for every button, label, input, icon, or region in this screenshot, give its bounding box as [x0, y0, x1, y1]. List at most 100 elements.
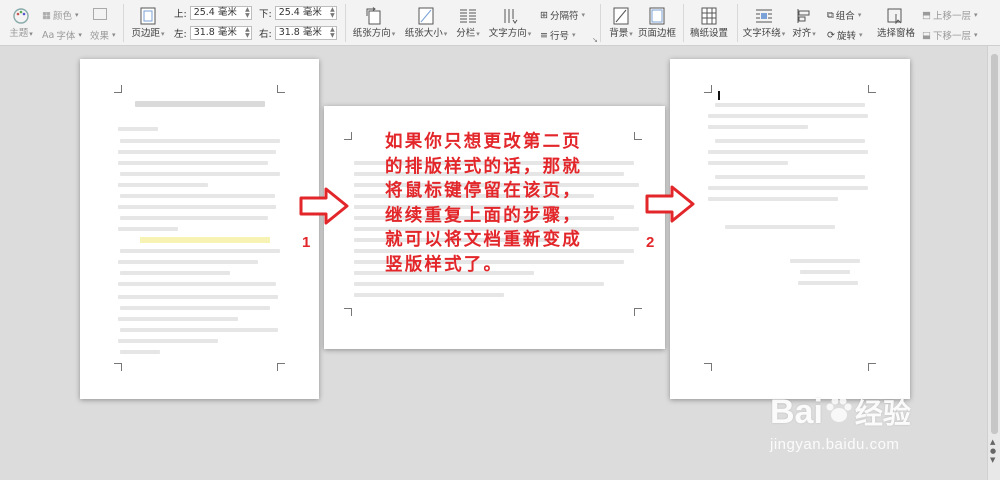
step-number-2: 2 [646, 234, 655, 251]
vertical-scrollbar[interactable]: ▲ ● ▼ [987, 46, 1000, 480]
orientation-label: 纸张方向 [352, 28, 391, 39]
group-button[interactable]: ⧉ 组合 ▾ [827, 8, 861, 23]
background-label: 背景 [609, 28, 629, 39]
paper-size-label: 纸张大小 [404, 28, 443, 39]
margin-corner-mark [277, 363, 285, 371]
rotate-button[interactable]: ⟳ 旋转 ▾ [827, 28, 863, 43]
margin-left-label: 左: [174, 29, 187, 40]
stepper-icon[interactable]: ▲ ▼ [330, 7, 335, 19]
font-button[interactable]: Aa 字体 ▾ [42, 28, 82, 43]
color-label: 颜色 [52, 11, 72, 22]
font-a-icon: Aa [42, 29, 55, 41]
margin-top-field[interactable]: 上: 25.4 毫米 ▲ ▼ [174, 6, 252, 20]
margin-corner-mark [634, 132, 642, 140]
margin-corner-mark [114, 85, 122, 93]
divider [683, 4, 684, 42]
baidu-jingyan-watermark: Bai 经验 jingyan.baidu.com [768, 392, 983, 472]
align-icon [795, 7, 813, 25]
columns-label: 分栏 [456, 28, 476, 39]
manuscript-grid-icon [700, 7, 718, 25]
watermark-url: jingyan.baidu.com [770, 436, 900, 453]
divider [345, 4, 346, 42]
watermark-brand: Bai 经验 [770, 393, 911, 431]
color-button[interactable]: ▦ 颜色 ▾ [42, 8, 79, 23]
cursor-pane-icon [887, 7, 905, 25]
paper-size-icon [417, 7, 435, 25]
margin-right-field[interactable]: 右: 31.8 毫米 ▲ ▼ [259, 26, 337, 40]
manuscript-button[interactable]: 稿纸设置 [688, 5, 730, 41]
margins-button[interactable]: 页边距▾ [130, 5, 166, 41]
margin-left-value[interactable]: 31.8 毫米 [194, 27, 237, 38]
paper-size-button[interactable]: 纸张大小▾ [402, 5, 450, 41]
columns-button[interactable]: 分栏▾ [452, 5, 484, 41]
margin-corner-mark [704, 85, 712, 93]
margin-left-field[interactable]: 左: 31.8 毫米 ▲ ▼ [174, 26, 252, 40]
wrap-text-button[interactable]: 文字环绕▾ [741, 5, 787, 41]
dialog-launcher-icon[interactable]: ↘ [592, 36, 598, 44]
orientation-icon [365, 7, 383, 25]
margin-top-label: 上: [174, 9, 187, 20]
text-direction-icon [501, 7, 519, 25]
group-label: 组合 [835, 11, 855, 22]
group-icon: ⧉ [827, 9, 834, 21]
stepper-icon[interactable]: ▲ ▼ [330, 27, 335, 39]
palette-icon [12, 7, 30, 25]
margin-corner-mark [634, 308, 642, 316]
text-direction-label: 文字方向 [488, 28, 527, 39]
page-margin-icon [139, 7, 157, 25]
margin-right-value[interactable]: 31.8 毫米 [279, 27, 322, 38]
bring-forward-button[interactable]: ⬒ 上移一层 ▾ [922, 8, 978, 23]
divider [737, 4, 738, 42]
effect-label: 效果 [90, 31, 110, 42]
separator-icon: ⊞ [540, 9, 548, 21]
margin-corner-mark [277, 85, 285, 93]
margin-right-label: 右: [259, 29, 272, 40]
text-direction-button[interactable]: 文字方向▾ [487, 5, 533, 41]
step-number-1: 1 [302, 234, 311, 251]
right-arrow-icon [299, 187, 349, 225]
page-border-button[interactable]: 页面边框 [637, 5, 677, 41]
margin-bottom-field[interactable]: 下: 25.4 毫米 ▲ ▼ [259, 6, 337, 20]
effect-button[interactable] [93, 8, 107, 20]
background-icon [612, 7, 630, 25]
page-border-icon [648, 7, 666, 25]
text-cursor [718, 91, 720, 100]
instruction-callout: 如果你只想更改第二页的排版样式的话，那就将鼠标键停留在该页，继续重复上面的步骤，… [385, 132, 582, 275]
align-button[interactable]: 对齐▾ [789, 5, 819, 41]
margin-corner-mark [704, 363, 712, 371]
bring-forward-label: 上移一层 [932, 11, 971, 22]
separator-label: 分隔符 [549, 11, 579, 22]
stepper-icon[interactable]: ▲ ▼ [245, 27, 250, 39]
document-page-3[interactable] [670, 59, 910, 399]
divider [600, 4, 601, 42]
theme-button[interactable]: 主题▾ [6, 5, 36, 41]
bring-forward-icon: ⬒ [922, 9, 931, 21]
selection-pane-button[interactable]: 选择窗格 [873, 5, 919, 41]
background-button[interactable]: 背景▾ [604, 5, 638, 41]
margin-bottom-value[interactable]: 25.4 毫米 [279, 7, 322, 18]
send-backward-button[interactable]: ⬓ 下移一层 ▾ [922, 28, 978, 43]
margin-corner-mark [868, 363, 876, 371]
separator-button[interactable]: ⊞ 分隔符 ▾ [540, 8, 585, 23]
scroll-arrow-icon[interactable]: ▲ ● ▼ [990, 438, 996, 465]
align-label: 对齐 [792, 28, 812, 39]
scrollbar-thumb[interactable] [991, 54, 998, 434]
page-layout-ribbon: 主题▾ ▦ 颜色 ▾ Aa 字体 ▾ 效果 ▾ 页边距▾ 上: 25.4 毫米 ▲ ▼ 左… [0, 0, 1000, 46]
document-page-1[interactable] [80, 59, 319, 399]
send-backward-icon: ⬓ [922, 29, 931, 41]
font-label: 字体 [56, 31, 76, 42]
effect-square-icon [93, 8, 107, 20]
wrap-text-label: 文字环绕 [742, 28, 781, 39]
paw-icon [826, 397, 852, 422]
line-number-button[interactable]: ≡ 行号 ▾ [540, 28, 576, 43]
margin-top-value[interactable]: 25.4 毫米 [194, 7, 237, 18]
effect-label-button[interactable]: 效果 ▾ [90, 28, 116, 42]
divider [123, 4, 124, 42]
rotate-label: 旋转 [836, 31, 856, 42]
orientation-button[interactable]: 纸张方向▾ [350, 5, 398, 41]
margin-corner-mark [868, 85, 876, 93]
wrap-text-icon [755, 7, 773, 25]
line-number-icon: ≡ [540, 29, 548, 41]
stepper-icon[interactable]: ▲ ▼ [245, 7, 250, 19]
theme-label: 主题 [9, 28, 29, 39]
